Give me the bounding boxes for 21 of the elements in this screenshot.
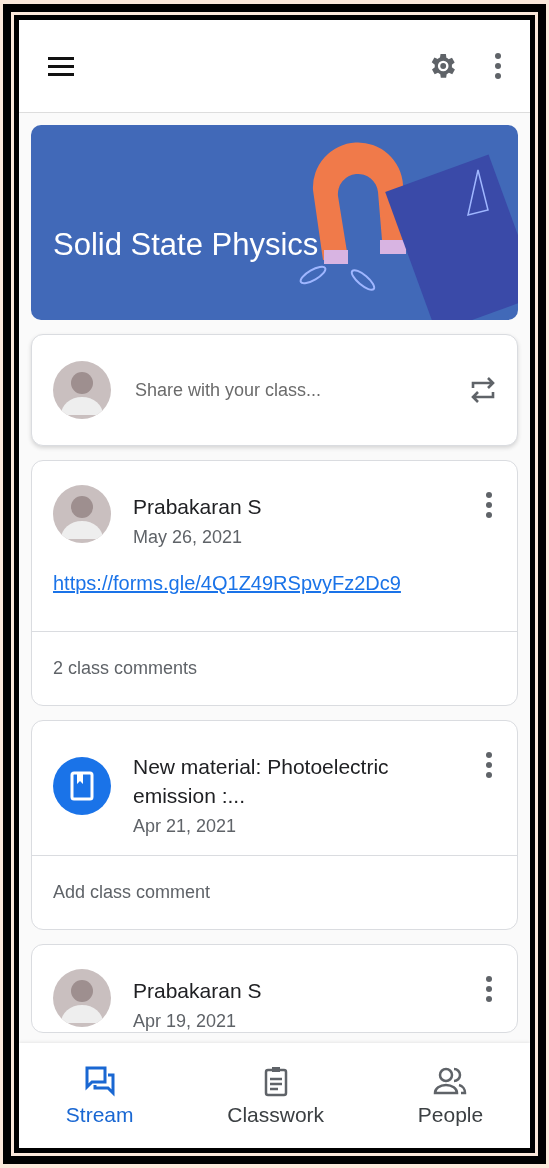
more-options-icon[interactable] (485, 491, 493, 519)
post-date: Apr 21, 2021 (133, 816, 238, 838)
nav-tab[interactable]: Stream (57, 1060, 142, 1131)
share-field[interactable]: Share with your class... (133, 378, 447, 402)
post-date: Apr 19, 2021 (133, 1011, 238, 1033)
author-name: Prabakaran S (133, 494, 263, 520)
menu-icon[interactable] (47, 55, 75, 77)
more-options-icon[interactable] (485, 975, 493, 1004)
material-title[interactable]: New material: Photoelectric emission :... (133, 753, 463, 811)
nav-tab[interactable]: Classwork (219, 1060, 333, 1131)
nav-tab[interactable]: People (409, 1060, 492, 1131)
chat-bubbles-icon (83, 1064, 116, 1097)
author-name: Prabakaran S (133, 978, 263, 1005)
class-comments-link[interactable]: Add class comment (53, 882, 211, 903)
post-date: May 26, 2021 (133, 527, 244, 549)
class-comments-link[interactable]: 2 class comments (53, 658, 198, 679)
more-options-icon[interactable] (494, 52, 502, 80)
more-options-icon[interactable] (485, 751, 493, 780)
class-title: Solid State Physics (53, 227, 319, 263)
form-link[interactable]: https://forms.gle/4Q1Z49RSpvyFz2Dc9 (53, 572, 401, 596)
book-icon (53, 757, 111, 816)
